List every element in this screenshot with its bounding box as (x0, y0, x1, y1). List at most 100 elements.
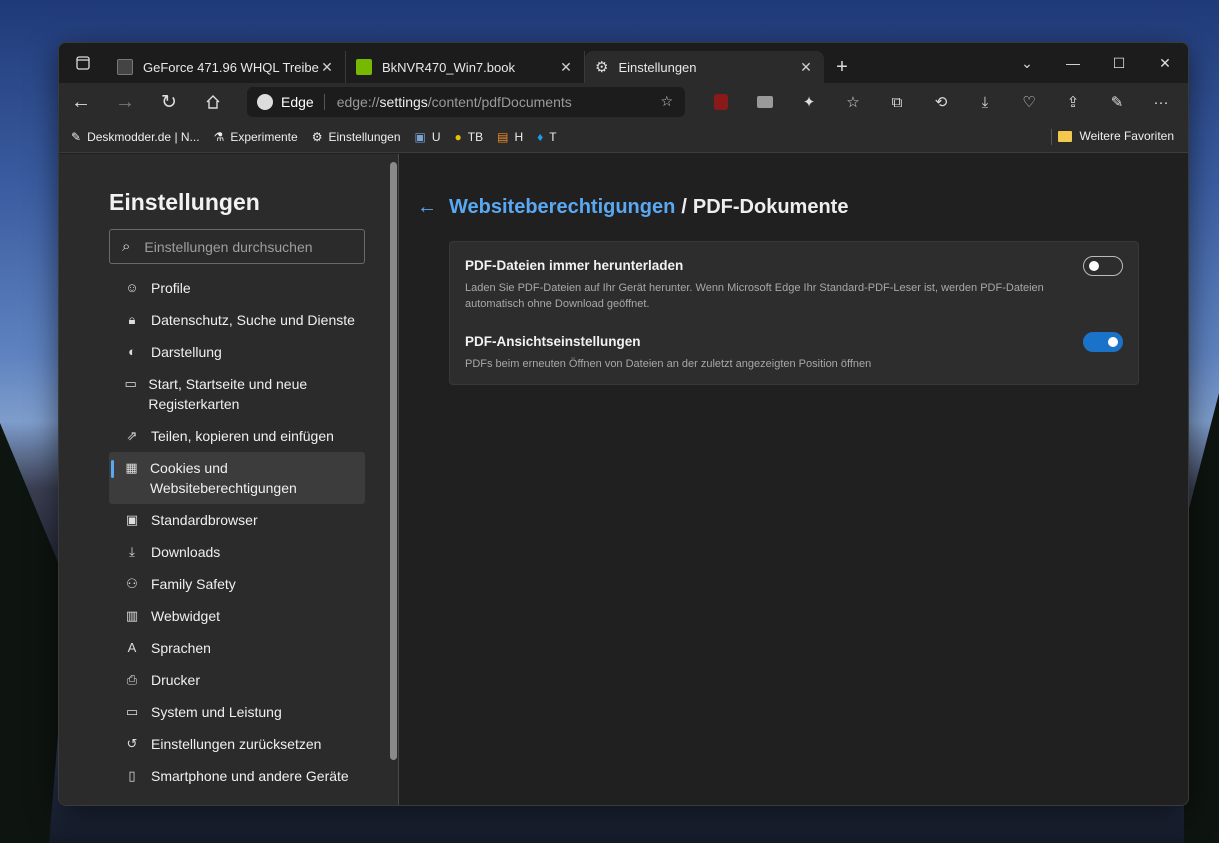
sidebar-item-phone[interactable]: ▯ Smartphone und andere Geräte (109, 760, 365, 792)
sidebar-item-system[interactable]: ▭ System und Leistung (109, 696, 365, 728)
new-tab-button[interactable]: + (824, 51, 860, 83)
sidebar-item-appearance[interactable]: ◐ Darstellung (109, 336, 365, 368)
refresh-button[interactable]: ↻ (147, 85, 191, 119)
back-arrow-icon[interactable]: ← (417, 196, 437, 219)
settings-sidebar: Einstellungen ⌕ Einstellungen durchsuche… (59, 154, 399, 805)
add-favorite-icon[interactable]: ☆ (660, 93, 673, 110)
sidebar-item-default-browser[interactable]: ▣ Standardbrowser (109, 504, 365, 536)
sidebar-item-label: Einstellungen zurücksetzen (151, 736, 322, 752)
gear-icon: ⚙ (311, 129, 323, 144)
sidebar-item-start[interactable]: ▭ Start, Startseite und neue Registerkart… (109, 368, 365, 420)
start-icon: ▭ (124, 376, 137, 391)
tab-actions-icon (76, 56, 90, 70)
cookies-icon: ▦ (125, 460, 138, 475)
favorite-label: Deskmodder.de | N... (87, 129, 200, 144)
collections-icon[interactable]: ⧉ (875, 94, 919, 111)
sidebar-item-label: Datenschutz, Suche und Dienste (151, 312, 355, 328)
reset-icon: ↺ (126, 736, 138, 751)
extension-window-icon[interactable] (743, 96, 787, 108)
tab-bknvr[interactable]: BkNVR470_Win7.book ✕ (346, 51, 585, 83)
sidebar-item-profile[interactable]: ☺ Profile (109, 272, 365, 304)
downloads-icon[interactable]: ⤓ (963, 94, 1007, 111)
sidebar-item-downloads[interactable]: ⤓ Downloads (109, 536, 365, 568)
browser-essentials-icon[interactable]: ♡ (1007, 93, 1051, 111)
sidebar-item-cookies[interactable]: ▦ Cookies und Websiteberechtigungen (109, 452, 365, 504)
favorite-t[interactable]: ♦ T (537, 130, 556, 144)
tab-actions-button[interactable] (59, 43, 107, 83)
history-icon[interactable]: ⟲ (919, 93, 963, 111)
phone-icon: ▯ (128, 768, 136, 783)
favorite-experimente[interactable]: ⚗ Experimente (214, 130, 298, 144)
favorite-deskmodder[interactable]: ✎ Deskmodder.de | N... (71, 130, 200, 144)
more-menu-icon[interactable]: ··· (1139, 94, 1183, 111)
scrollbar-thumb[interactable] (390, 162, 397, 760)
plus-icon: + (836, 55, 848, 78)
sidebar-item-share[interactable]: ⇗ Teilen, kopieren und einfügen (109, 420, 365, 452)
favorites-icon[interactable]: ☆ (831, 93, 875, 111)
sidebar-item-privacy[interactable]: 🔒︎ Datenschutz, Suche und Dienste (109, 304, 365, 336)
language-icon: A (127, 640, 137, 655)
tab-title: GeForce 471.96 WHQL Treiber st (143, 59, 319, 75)
tab-einstellungen[interactable]: ⚙ Einstellungen ✕ (585, 51, 824, 83)
close-icon[interactable]: ✕ (319, 59, 335, 76)
forward-button[interactable]: → (103, 85, 147, 119)
sidebar-item-label: Family Safety (151, 576, 236, 592)
home-button[interactable] (191, 85, 235, 119)
settings-content: ← Websiteberechtigungen / PDF-Dokumente … (399, 154, 1188, 805)
browser-icon: ▣ (125, 512, 139, 527)
sidebar-item-label: Drucker (151, 672, 201, 688)
tab-geforce[interactable]: GeForce 471.96 WHQL Treiber st ✕ (107, 51, 346, 83)
favorite-einstellungen[interactable]: ⚙ Einstellungen (312, 130, 401, 144)
settings-search-input[interactable]: ⌕ Einstellungen durchsuchen (109, 229, 365, 264)
edge-logo-icon (257, 94, 273, 110)
other-favorites[interactable]: Weitere Favoriten (1057, 129, 1174, 143)
sidebar-item-label: Sprachen (151, 640, 211, 656)
refresh-icon: ↻ (161, 91, 177, 113)
download-icon: ⤓ (129, 544, 135, 559)
favorite-h[interactable]: ▤ H (497, 130, 523, 144)
ublock-icon[interactable] (699, 94, 743, 110)
sidebar-item-label: Cookies und Websiteberechtigungen (149, 460, 297, 496)
sidebar-item-label: Profile (151, 280, 191, 296)
maximize-icon[interactable]: ☐ (1096, 43, 1142, 83)
breadcrumb-parent-link[interactable]: Websiteberechtigungen (449, 196, 675, 219)
gear-icon: ⚙ (595, 59, 609, 76)
home-icon (206, 95, 220, 109)
sidebar-item-webwidget[interactable]: ▥ Webwidget (109, 600, 365, 632)
family-icon: ⚇ (126, 576, 138, 591)
tb-favicon-icon: ● (454, 129, 462, 144)
browser-window: GeForce 471.96 WHQL Treiber st ✕ BkNVR47… (58, 42, 1189, 806)
close-window-icon[interactable]: ✕ (1142, 43, 1188, 83)
minimize-icon[interactable]: — (1050, 43, 1096, 83)
view-settings-toggle[interactable] (1083, 332, 1123, 352)
tab-title: Einstellungen (618, 59, 697, 75)
u-favicon-icon: ▣ (414, 129, 426, 144)
window-controls: ⌄ — ☐ ✕ (1004, 43, 1188, 83)
share-icon[interactable]: ⇪ (1051, 93, 1095, 111)
close-icon[interactable]: ✕ (798, 59, 814, 76)
sidebar-item-printer[interactable]: ⎙ Drucker (109, 664, 365, 696)
back-button[interactable]: ← (59, 85, 103, 119)
close-icon[interactable]: ✕ (558, 59, 574, 76)
always-download-toggle[interactable] (1083, 256, 1123, 276)
favorite-label: Einstellungen (328, 129, 401, 144)
page-title: PDF-Dokumente (692, 196, 849, 218)
favorites-bar: ✎ Deskmodder.de | N... ⚗ Experimente ⚙ Eins… (59, 121, 1188, 153)
address-bar[interactable]: Edge edge:// settings /content/pdfDocume… (247, 87, 685, 117)
folder-icon (1057, 130, 1072, 142)
favorite-tb[interactable]: ● TB (455, 130, 484, 144)
setting-description: PDFs beim erneuten Öffnen von Dateien an… (465, 358, 872, 370)
sidebar-item-languages[interactable]: A Sprachen (109, 632, 365, 664)
lock-icon: 🔒︎ (128, 312, 136, 327)
setting-row-view-settings: PDF-Ansichtseinstellungen PDFs beim erne… (465, 332, 1123, 372)
url-prefix: edge:// (336, 94, 380, 110)
web-capture-icon[interactable]: ✎ (1095, 93, 1139, 111)
navigation-toolbar: ← → ↻ Edge edge:// settings /content/pdf… (59, 83, 1188, 121)
setting-title: PDF-Dateien immer herunterladen (465, 258, 684, 273)
tab-list-chevron-down-icon[interactable]: ⌄ (1004, 43, 1050, 83)
setting-description: Laden Sie PDF-Dateien auf Ihr Gerät heru… (465, 282, 1044, 310)
favorite-u[interactable]: ▣ U (415, 130, 441, 144)
sidebar-item-family[interactable]: ⚇ Family Safety (109, 568, 365, 600)
extensions-icon[interactable]: ✦ (787, 93, 831, 111)
sidebar-item-reset[interactable]: ↺ Einstellungen zurücksetzen (109, 728, 365, 760)
